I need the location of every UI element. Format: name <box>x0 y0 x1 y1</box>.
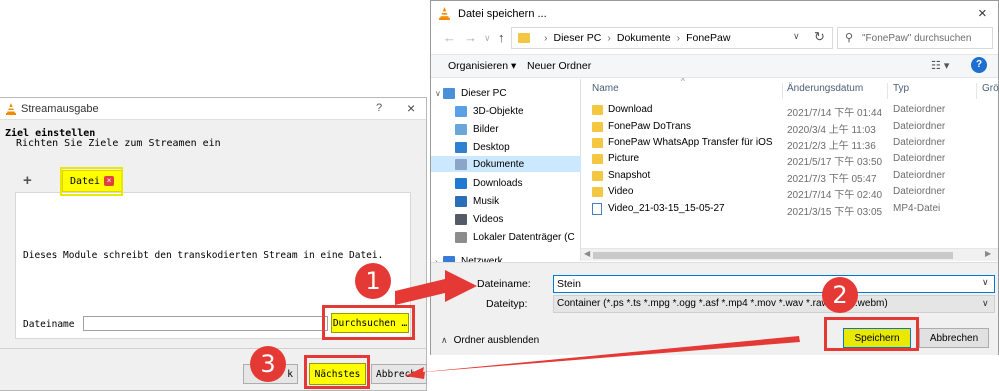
step-badge-3: 3 <box>250 346 286 382</box>
arrow-to-next <box>405 336 800 379</box>
arrow-to-filename <box>395 270 477 305</box>
annotation-arrows <box>395 270 800 379</box>
step-badge-1: 1 <box>355 263 391 299</box>
step-badge-2: 2 <box>822 277 858 313</box>
